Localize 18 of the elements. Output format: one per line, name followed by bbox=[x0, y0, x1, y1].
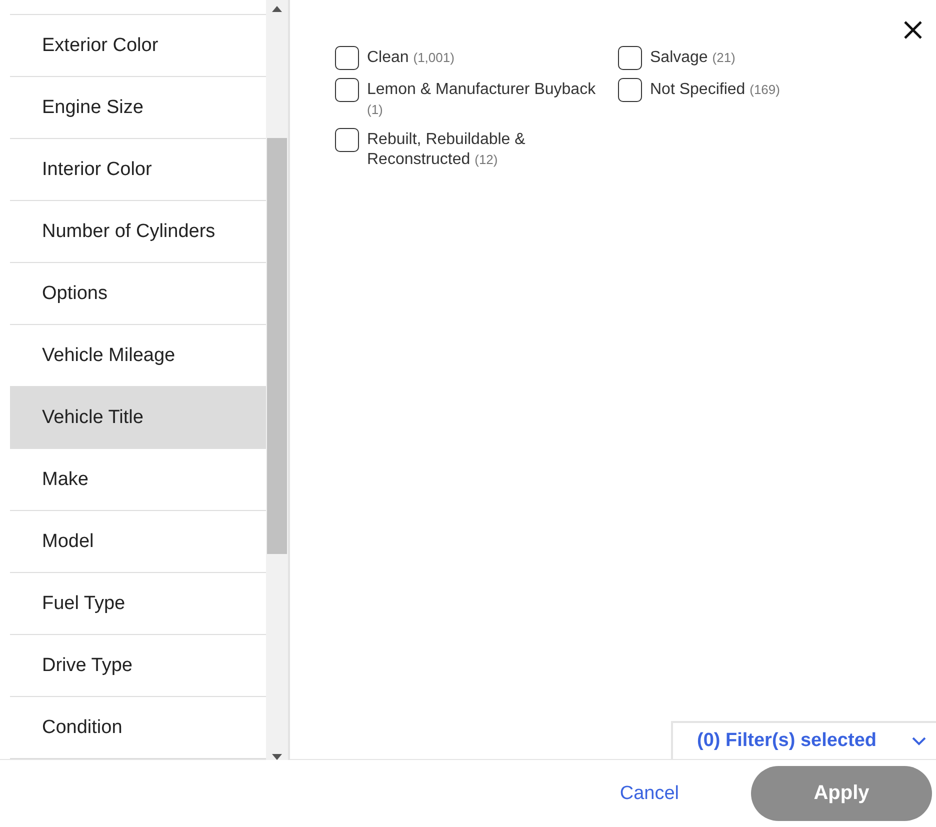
checkbox[interactable] bbox=[335, 78, 359, 102]
checkbox[interactable] bbox=[618, 46, 642, 70]
checkbox[interactable] bbox=[335, 46, 359, 70]
checkbox[interactable] bbox=[335, 128, 359, 152]
scroll-up-icon[interactable] bbox=[272, 6, 282, 12]
checkbox[interactable] bbox=[618, 78, 642, 102]
scrollbar[interactable] bbox=[266, 0, 288, 760]
sidebar-item[interactable]: Vehicle Title bbox=[10, 387, 266, 449]
scroll-down-icon[interactable] bbox=[272, 754, 282, 760]
filter-summary-dropdown[interactable]: (0) Filter(s) selected bbox=[671, 721, 936, 759]
option-label[interactable]: Clean (1,001) bbox=[367, 48, 454, 68]
chevron-down-icon bbox=[912, 736, 926, 746]
option-label[interactable]: Rebuilt, Rebuildable & Reconstructed (12) bbox=[367, 130, 613, 170]
option-label[interactable]: Salvage (21) bbox=[650, 48, 736, 68]
option-label[interactable]: Not Specified (169) bbox=[650, 80, 780, 100]
cancel-button[interactable]: Cancel bbox=[620, 782, 679, 804]
option-label[interactable]: Lemon & Manufacturer Buyback (1) bbox=[367, 80, 613, 120]
scroll-thumb[interactable] bbox=[267, 138, 287, 554]
